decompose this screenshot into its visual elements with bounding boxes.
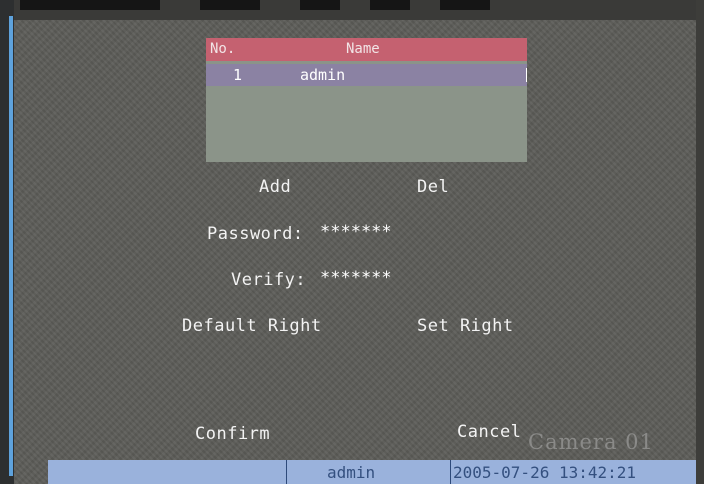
status-cell-datetime: 2005-07-26 13:42:21 [450, 460, 697, 484]
status-bar: admin 2005-07-26 13:42:21 [48, 460, 696, 484]
default-right-button[interactable]: Default Right [182, 316, 322, 336]
user-list-header: No. Name [206, 38, 527, 61]
password-label: Password: [207, 224, 304, 244]
column-name-header: Name [346, 41, 380, 57]
set-right-button[interactable]: Set Right [417, 316, 514, 336]
add-button[interactable]: Add [259, 177, 291, 197]
confirm-button[interactable]: Confirm [195, 424, 270, 444]
top-bar [0, 0, 704, 20]
row-no: 1 [233, 66, 243, 84]
cancel-button[interactable]: Cancel [457, 422, 521, 442]
password-field[interactable]: ******* [320, 222, 392, 242]
user-list[interactable]: No. Name 1 admin [206, 38, 527, 162]
column-no-header: No. [210, 41, 236, 57]
user-list-row-selected[interactable]: 1 admin [206, 64, 527, 86]
left-edge [0, 0, 14, 484]
del-button[interactable]: Del [417, 177, 449, 197]
camera-title-overlay: Camera 01 [528, 430, 654, 454]
verify-field[interactable]: ******* [320, 268, 392, 288]
selection-caret [526, 68, 527, 82]
status-cell-empty [48, 460, 286, 484]
row-name: admin [300, 66, 346, 84]
verify-label: Verify: [231, 270, 307, 290]
status-cell-user: admin [286, 460, 451, 484]
current-user: admin [327, 463, 376, 482]
dvr-screen: No. Name 1 admin Add Del Password: *****… [0, 0, 704, 484]
status-datetime: 2005-07-26 13:42:21 [453, 463, 637, 482]
right-edge [696, 0, 704, 484]
